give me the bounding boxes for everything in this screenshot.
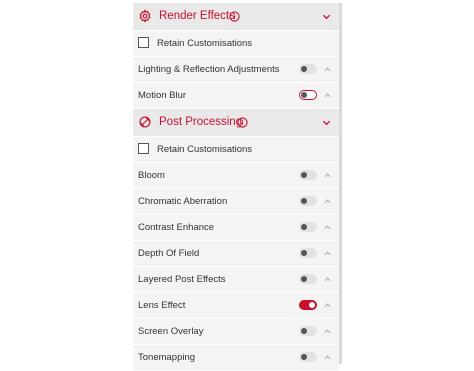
setting-label: Lighting & Reflection Adjustments <box>138 64 280 75</box>
setting-toggle[interactable] <box>299 274 317 284</box>
retain-customisations-label: Retain Customisations <box>157 38 253 49</box>
setting-row: Tonemapping <box>133 345 339 371</box>
retain-customisations-label: Retain Customisations <box>157 144 253 155</box>
section-header-render-effects[interactable]: Render Effects <box>133 3 339 31</box>
chevron-up-icon[interactable] <box>324 276 331 282</box>
chevron-up-icon[interactable] <box>324 302 331 308</box>
retain-customisations-row: Retain Customisations <box>133 31 339 57</box>
settings-panel: Render Effects Retain Customisations Lig… <box>133 3 339 371</box>
setting-row: Screen Overlay <box>133 319 339 345</box>
chevron-up-icon[interactable] <box>324 66 331 72</box>
retain-customisations-row: Retain Customisations <box>133 137 339 163</box>
post-processing-icon <box>139 116 151 128</box>
setting-toggle[interactable] <box>299 222 317 232</box>
setting-toggle[interactable] <box>299 300 317 310</box>
setting-toggle[interactable] <box>299 326 317 336</box>
info-icon[interactable] <box>237 117 248 128</box>
setting-row: Depth Of Field <box>133 241 339 267</box>
section-header-post-processing[interactable]: Post Processing <box>133 109 339 137</box>
gear-icon <box>139 9 151 23</box>
chevron-up-icon[interactable] <box>324 92 331 98</box>
chevron-down-icon[interactable] <box>322 12 331 21</box>
section-title: Post Processing <box>159 116 243 128</box>
setting-label: Contrast Enhance <box>138 222 215 233</box>
setting-label: Depth Of Field <box>138 248 200 259</box>
retain-customisations-checkbox[interactable] <box>138 143 149 154</box>
setting-toggle[interactable] <box>299 352 317 362</box>
chevron-up-icon[interactable] <box>324 172 331 178</box>
setting-label: Screen Overlay <box>138 326 204 337</box>
chevron-up-icon[interactable] <box>324 250 331 256</box>
chevron-up-icon[interactable] <box>324 224 331 230</box>
chevron-up-icon[interactable] <box>324 198 331 204</box>
setting-row: Layered Post Effects <box>133 267 339 293</box>
setting-toggle[interactable] <box>299 64 317 74</box>
setting-label: Layered Post Effects <box>138 274 226 285</box>
info-icon[interactable] <box>229 11 240 22</box>
setting-row: Chromatic Aberration <box>133 189 339 215</box>
setting-label: Tonemapping <box>138 352 196 363</box>
setting-row: Bloom <box>133 163 339 189</box>
setting-label: Chromatic Aberration <box>138 196 228 207</box>
setting-label: Lens Effect <box>138 300 186 311</box>
chevron-down-icon[interactable] <box>322 118 331 127</box>
setting-row: Motion Blur <box>133 83 339 109</box>
setting-row: Lens Effect <box>133 293 339 319</box>
retain-customisations-checkbox[interactable] <box>138 37 149 48</box>
setting-toggle[interactable] <box>299 196 317 206</box>
setting-toggle[interactable] <box>299 248 317 258</box>
chevron-up-icon[interactable] <box>324 328 331 334</box>
setting-label: Motion Blur <box>138 90 187 101</box>
setting-label: Bloom <box>138 170 165 181</box>
chevron-up-icon[interactable] <box>324 354 331 360</box>
setting-toggle[interactable] <box>299 90 317 100</box>
setting-row: Lighting & Reflection Adjustments <box>133 57 339 83</box>
setting-row: Contrast Enhance <box>133 215 339 241</box>
setting-toggle[interactable] <box>299 170 317 180</box>
scrollbar[interactable] <box>339 3 342 364</box>
section-title: Render Effects <box>159 10 235 22</box>
